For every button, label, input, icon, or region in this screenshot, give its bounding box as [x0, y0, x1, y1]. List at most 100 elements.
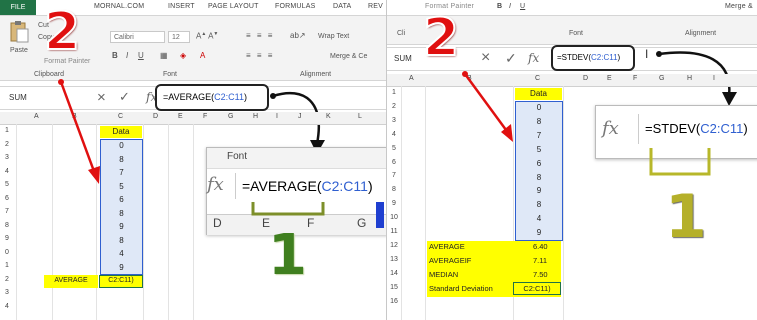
row-number[interactable]: 1 [387, 89, 401, 96]
row-number[interactable]: 4 [0, 168, 14, 175]
column-header[interactable]: H [687, 75, 692, 82]
data-cell[interactable]: 8 [101, 209, 142, 218]
row-number[interactable]: 9 [387, 200, 401, 207]
formula-callout[interactable]: =AVERAGE(C2:C11) [155, 84, 269, 111]
row-number[interactable]: 2 [0, 141, 14, 148]
column-header[interactable]: L [358, 113, 362, 120]
row-number[interactable]: 8 [387, 186, 401, 193]
paste-icon[interactable] [8, 20, 30, 44]
row-number[interactable]: 1 [0, 262, 14, 269]
column-header[interactable]: I [713, 75, 715, 82]
row-number[interactable]: 10 [387, 214, 401, 221]
data-cell[interactable]: 4 [101, 249, 142, 258]
column-header[interactable]: D [583, 75, 588, 82]
data-cell[interactable]: 6 [101, 195, 142, 204]
underline-icon[interactable]: U [138, 51, 144, 60]
column-header[interactable]: E [178, 113, 183, 120]
stat-value[interactable]: 7.50 [533, 270, 548, 279]
row-number[interactable]: 2 [387, 103, 401, 110]
data-header-cell[interactable]: Data [515, 88, 562, 100]
file-tab[interactable]: FILE [0, 0, 36, 15]
data-header-cell[interactable]: Data [100, 126, 142, 138]
data-cell[interactable]: 9 [516, 228, 562, 237]
stat-label[interactable]: MEDIAN [429, 270, 458, 279]
row-number[interactable]: 5 [387, 145, 401, 152]
row-number[interactable]: 15 [387, 284, 401, 291]
row-number[interactable]: 7 [387, 172, 401, 179]
data-cell[interactable]: 9 [101, 263, 142, 272]
stdev-formula-cell[interactable]: C2:C11) [513, 282, 561, 295]
row-number[interactable]: 14 [387, 270, 401, 277]
column-header[interactable]: E [607, 75, 612, 82]
row-number[interactable]: 13 [387, 256, 401, 263]
data-range[interactable]: 0 8 7 5 6 8 9 8 4 9 [515, 101, 563, 241]
data-range[interactable]: 0 8 7 5 6 8 9 8 4 9 [100, 139, 143, 275]
stat-label[interactable]: Standard Deviation [429, 284, 493, 293]
row-number[interactable]: 0 [0, 249, 14, 256]
paste-button[interactable]: Paste [10, 47, 28, 54]
stat-value[interactable]: 7.11 [533, 256, 547, 265]
row-number[interactable]: 4 [0, 303, 14, 310]
wrap-text-button[interactable]: Wrap Text [318, 33, 349, 40]
row-number[interactable]: 4 [387, 131, 401, 138]
column-header[interactable]: J [298, 113, 302, 120]
align-top-icons[interactable]: ≡ ≡ ≡ [246, 31, 274, 40]
font-size-select[interactable]: 12 [168, 31, 190, 43]
row-number[interactable]: 12 [387, 242, 401, 249]
merge-button[interactable]: Merge & [725, 3, 753, 10]
row-number[interactable]: 3 [387, 117, 401, 124]
formula-callout[interactable]: =STDEV(C2:C11) [551, 45, 635, 71]
column-header[interactable]: A [409, 75, 414, 82]
align-left-icons[interactable]: ≡ ≡ ≡ [246, 51, 274, 60]
bold-icon[interactable]: B [497, 3, 502, 10]
row-number[interactable]: 8 [0, 222, 14, 229]
row-number[interactable]: 6 [387, 159, 401, 166]
underline-icon[interactable]: U [520, 3, 525, 10]
fill-color-icon[interactable]: ◈ [180, 51, 186, 60]
data-cell[interactable]: 8 [516, 200, 562, 209]
borders-icon[interactable]: ▦ [160, 51, 168, 60]
data-cell[interactable]: 9 [516, 186, 562, 195]
data-cell[interactable]: 8 [101, 236, 142, 245]
data-cell[interactable]: 8 [516, 173, 562, 182]
row-number[interactable]: 3 [0, 154, 14, 161]
stat-value[interactable]: 6.40 [533, 242, 548, 251]
font-name-select[interactable]: Calibri [110, 31, 165, 43]
average-formula-cell[interactable]: C2:C11) [99, 275, 143, 288]
data-cell[interactable]: 0 [516, 103, 562, 112]
row-number[interactable]: 2 [0, 276, 14, 283]
column-header[interactable]: C [535, 75, 540, 82]
data-cell[interactable]: 8 [101, 155, 142, 164]
average-label-cell[interactable]: AVERAGE [44, 275, 98, 288]
row-number[interactable]: 5 [0, 181, 14, 188]
column-header[interactable]: F [633, 75, 637, 82]
fx-icon[interactable]: fx [528, 51, 539, 65]
column-header[interactable]: I [276, 113, 278, 120]
row-number[interactable]: 6 [0, 195, 14, 202]
row-number[interactable]: 11 [387, 228, 401, 235]
data-cell[interactable]: 8 [516, 117, 562, 126]
italic-icon[interactable]: I [509, 3, 511, 10]
grow-font-icon[interactable]: A▲ A▼ [196, 31, 218, 41]
column-header[interactable]: K [326, 113, 331, 120]
tab-insert[interactable]: INSERT [168, 3, 195, 10]
tab-page-layout[interactable]: PAGE LAYOUT [208, 3, 259, 10]
row-number[interactable]: 1 [0, 127, 14, 134]
column-header[interactable]: G [228, 113, 233, 120]
stat-label[interactable]: AVERAGE [429, 242, 465, 251]
data-cell[interactable]: 0 [101, 141, 142, 150]
data-cell[interactable]: 7 [101, 168, 142, 177]
row-number[interactable]: 16 [387, 298, 401, 305]
stat-label[interactable]: AVERAGEIF [429, 256, 471, 265]
data-cell[interactable]: 7 [516, 131, 562, 140]
data-cell[interactable]: 5 [101, 182, 142, 191]
column-header[interactable]: F [203, 113, 207, 120]
row-number[interactable]: 9 [0, 235, 14, 242]
row-number[interactable]: 7 [0, 208, 14, 215]
data-cell[interactable]: 5 [516, 145, 562, 154]
data-cell[interactable]: 9 [101, 222, 142, 231]
italic-icon[interactable]: I [126, 51, 128, 60]
enter-icon[interactable]: ✓ [505, 50, 517, 67]
enter-icon[interactable]: ✓ [119, 89, 130, 105]
column-header[interactable]: D [153, 113, 158, 120]
